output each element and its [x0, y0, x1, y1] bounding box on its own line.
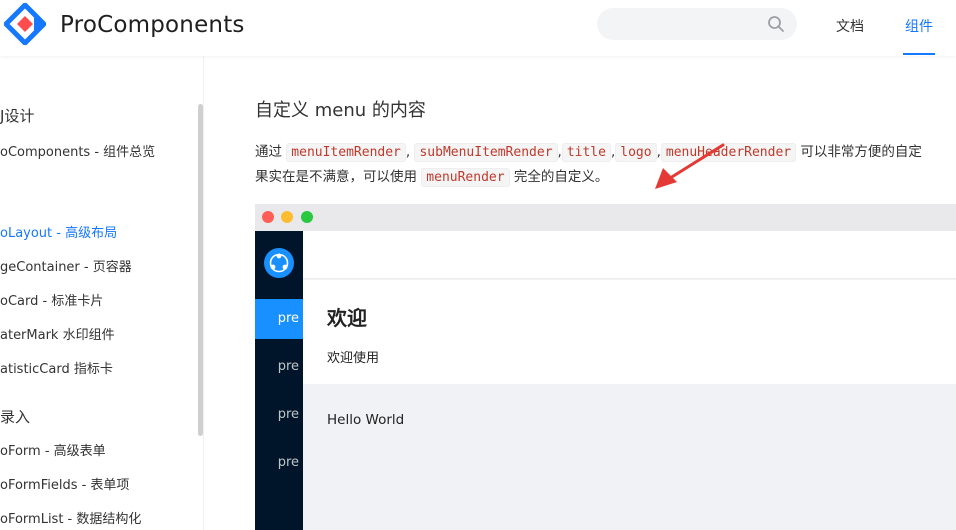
sidebar-item-proform[interactable]: oForm - 高级表单 — [0, 440, 106, 459]
code-submenuitemrender: subMenuItemRender — [414, 143, 558, 162]
code-menurender: menuRender — [421, 168, 510, 187]
section-description: 通过 menuItemRender, subMenuItemRender, tit… — [255, 140, 956, 190]
red-arrow-annotation-icon — [655, 143, 725, 189]
demo-logo-icon[interactable] — [263, 247, 295, 279]
sidebar-scrollbar[interactable] — [198, 104, 203, 436]
demo-menu-item-1[interactable]: pre — [255, 299, 303, 339]
sidebar-item-watermark[interactable]: aterMark 水印组件 — [0, 324, 115, 343]
window-titlebar — [255, 204, 956, 231]
demo-page-header: 欢迎 欢迎使用 — [303, 280, 956, 384]
sidebar-item-prolayout[interactable]: oLayout - 高级布局 — [0, 222, 117, 241]
search-icon — [768, 16, 784, 32]
top-header: ProComponents 文档 组件 — [0, 0, 956, 56]
sidebar-item-proformlist[interactable]: oFormList - 数据结构化 — [0, 508, 141, 527]
code-title: title — [561, 143, 611, 162]
sidebar-group-entry: 录入 — [0, 408, 31, 426]
demo-preview-window: pre pre pre pre 欢迎 欢迎使用 Hello World — [255, 204, 956, 530]
sidebar-item-overview[interactable]: oComponents - 组件总览 — [0, 141, 155, 160]
sidebar-item-proformfields[interactable]: oFormFields - 表单项 — [0, 474, 129, 493]
main-content: 自定义 menu 的内容 通过 menuItemRender, subMenuI… — [205, 56, 956, 530]
demo-header — [303, 231, 956, 279]
nav-components[interactable]: 组件 — [905, 16, 933, 36]
demo-menu-item-4[interactable]: pre — [255, 443, 303, 483]
demo-sider: pre pre pre pre — [255, 231, 303, 530]
antd-logo-icon[interactable] — [4, 3, 46, 45]
sidebar-item-pagecontainer[interactable]: geContainer - 页容器 — [0, 256, 132, 275]
demo-page-title: 欢迎 — [327, 306, 367, 330]
section-title: 自定义 menu 的内容 — [255, 100, 426, 121]
window-minimize-icon — [281, 211, 293, 223]
demo-menu-item-3[interactable]: pre — [255, 395, 303, 435]
description-line-2: 果实在是不满意，可以使用 menuRender 完全的自定义。 — [255, 168, 609, 187]
demo-body-text: Hello World — [327, 412, 405, 428]
description-line-1: 通过 menuItemRender, subMenuItemRender, tit… — [255, 143, 922, 162]
search-input[interactable] — [597, 8, 797, 40]
window-close-icon — [262, 211, 274, 223]
code-menuitemrender: menuItemRender — [286, 143, 406, 162]
sidebar: J设计 oComponents - 组件总览 oLayout - 高级布局 ge… — [0, 56, 204, 530]
window-maximize-icon — [301, 211, 313, 223]
demo-page-subtitle: 欢迎使用 — [327, 351, 380, 366]
sidebar-item-procard[interactable]: oCard - 标准卡片 — [0, 290, 103, 309]
brand-title[interactable]: ProComponents — [60, 12, 245, 38]
nav-docs[interactable]: 文档 — [836, 16, 864, 36]
nav-active-indicator — [903, 53, 935, 55]
sidebar-item-statisticcard[interactable]: atisticCard 指标卡 — [0, 358, 113, 377]
demo-menu-item-2[interactable]: pre — [255, 347, 303, 387]
sidebar-group-design: J设计 — [0, 107, 35, 125]
